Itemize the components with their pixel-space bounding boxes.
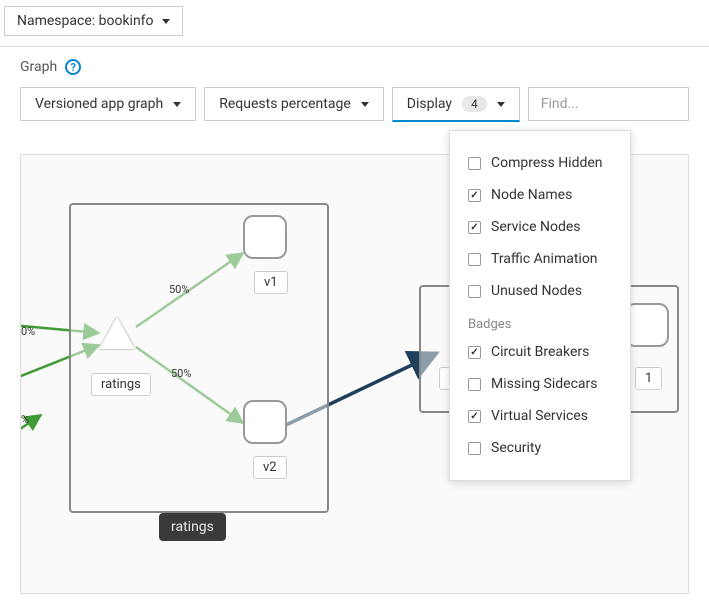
display-select[interactable]: Display 4 [392,87,520,122]
edge-label-select[interactable]: Requests percentage [204,87,384,121]
service-node-ratings[interactable] [99,317,135,349]
checkbox-icon [468,221,481,234]
caret-down-icon [497,102,505,107]
namespace-selector[interactable]: Namespace: bookinfo [4,6,183,36]
workload-label-v1: v1 [254,271,288,294]
display-count-badge: 4 [462,96,487,112]
display-option-label: Traffic Animation [491,251,598,267]
namespace-label: Namespace: bookinfo [17,13,154,29]
display-dropdown-menu: Compress Hidden Node Names Service Nodes Tr… [449,130,631,481]
checkbox-icon [468,285,481,298]
caret-down-icon [361,102,369,107]
service-label-ratings: ratings [91,373,151,396]
edge-label: % [21,413,29,426]
graph-type-select[interactable]: Versioned app graph [20,87,196,121]
workload-node-v1[interactable] [243,215,287,259]
display-option[interactable]: Traffic Animation [450,243,630,275]
display-label: Display [407,96,452,112]
checkbox-icon [468,157,481,170]
page-title: Graph [20,59,57,75]
workload-node-v2[interactable] [243,400,287,444]
display-option[interactable]: Unused Nodes [450,275,630,307]
display-option[interactable]: Service Nodes [450,211,630,243]
display-option[interactable]: Circuit Breakers [450,336,630,368]
checkbox-icon [468,378,481,391]
workload-node-right[interactable] [625,303,669,347]
display-option[interactable]: Virtual Services [450,400,630,432]
find-input[interactable]: Find... [528,87,689,121]
caret-down-icon [173,102,181,107]
checkbox-icon [468,346,481,359]
display-option[interactable]: Security [450,432,630,464]
display-option-label: Node Names [491,187,572,203]
display-option-label: Missing Sidecars [491,376,598,392]
display-option-label: Circuit Breakers [491,344,589,360]
display-option-label: Virtual Services [491,408,588,424]
edge-label: 50% [169,283,189,296]
edge-label: 0% [21,325,35,338]
display-option-label: Service Nodes [491,219,581,235]
display-option-label: Compress Hidden [491,155,603,171]
checkbox-icon [468,189,481,202]
workload-label-v2: v2 [253,456,287,479]
app-group-ratings[interactable] [69,203,329,513]
checkbox-icon [468,442,481,455]
display-option[interactable]: Compress Hidden [450,147,630,179]
node-tooltip: ratings [159,513,226,541]
display-option-label: Unused Nodes [491,283,582,299]
edge-label-value: Requests percentage [219,96,351,112]
display-option[interactable]: Missing Sidecars [450,368,630,400]
display-option-label: Security [491,440,541,456]
checkbox-icon [468,410,481,423]
label-right-1: 1 [635,367,662,390]
display-option[interactable]: Node Names [450,179,630,211]
graph-type-label: Versioned app graph [35,96,163,112]
edge-label: 50% [171,367,191,380]
checkbox-icon [468,253,481,266]
caret-down-icon [162,19,170,24]
info-icon[interactable]: ? [65,59,81,75]
badges-header: Badges [450,307,630,336]
